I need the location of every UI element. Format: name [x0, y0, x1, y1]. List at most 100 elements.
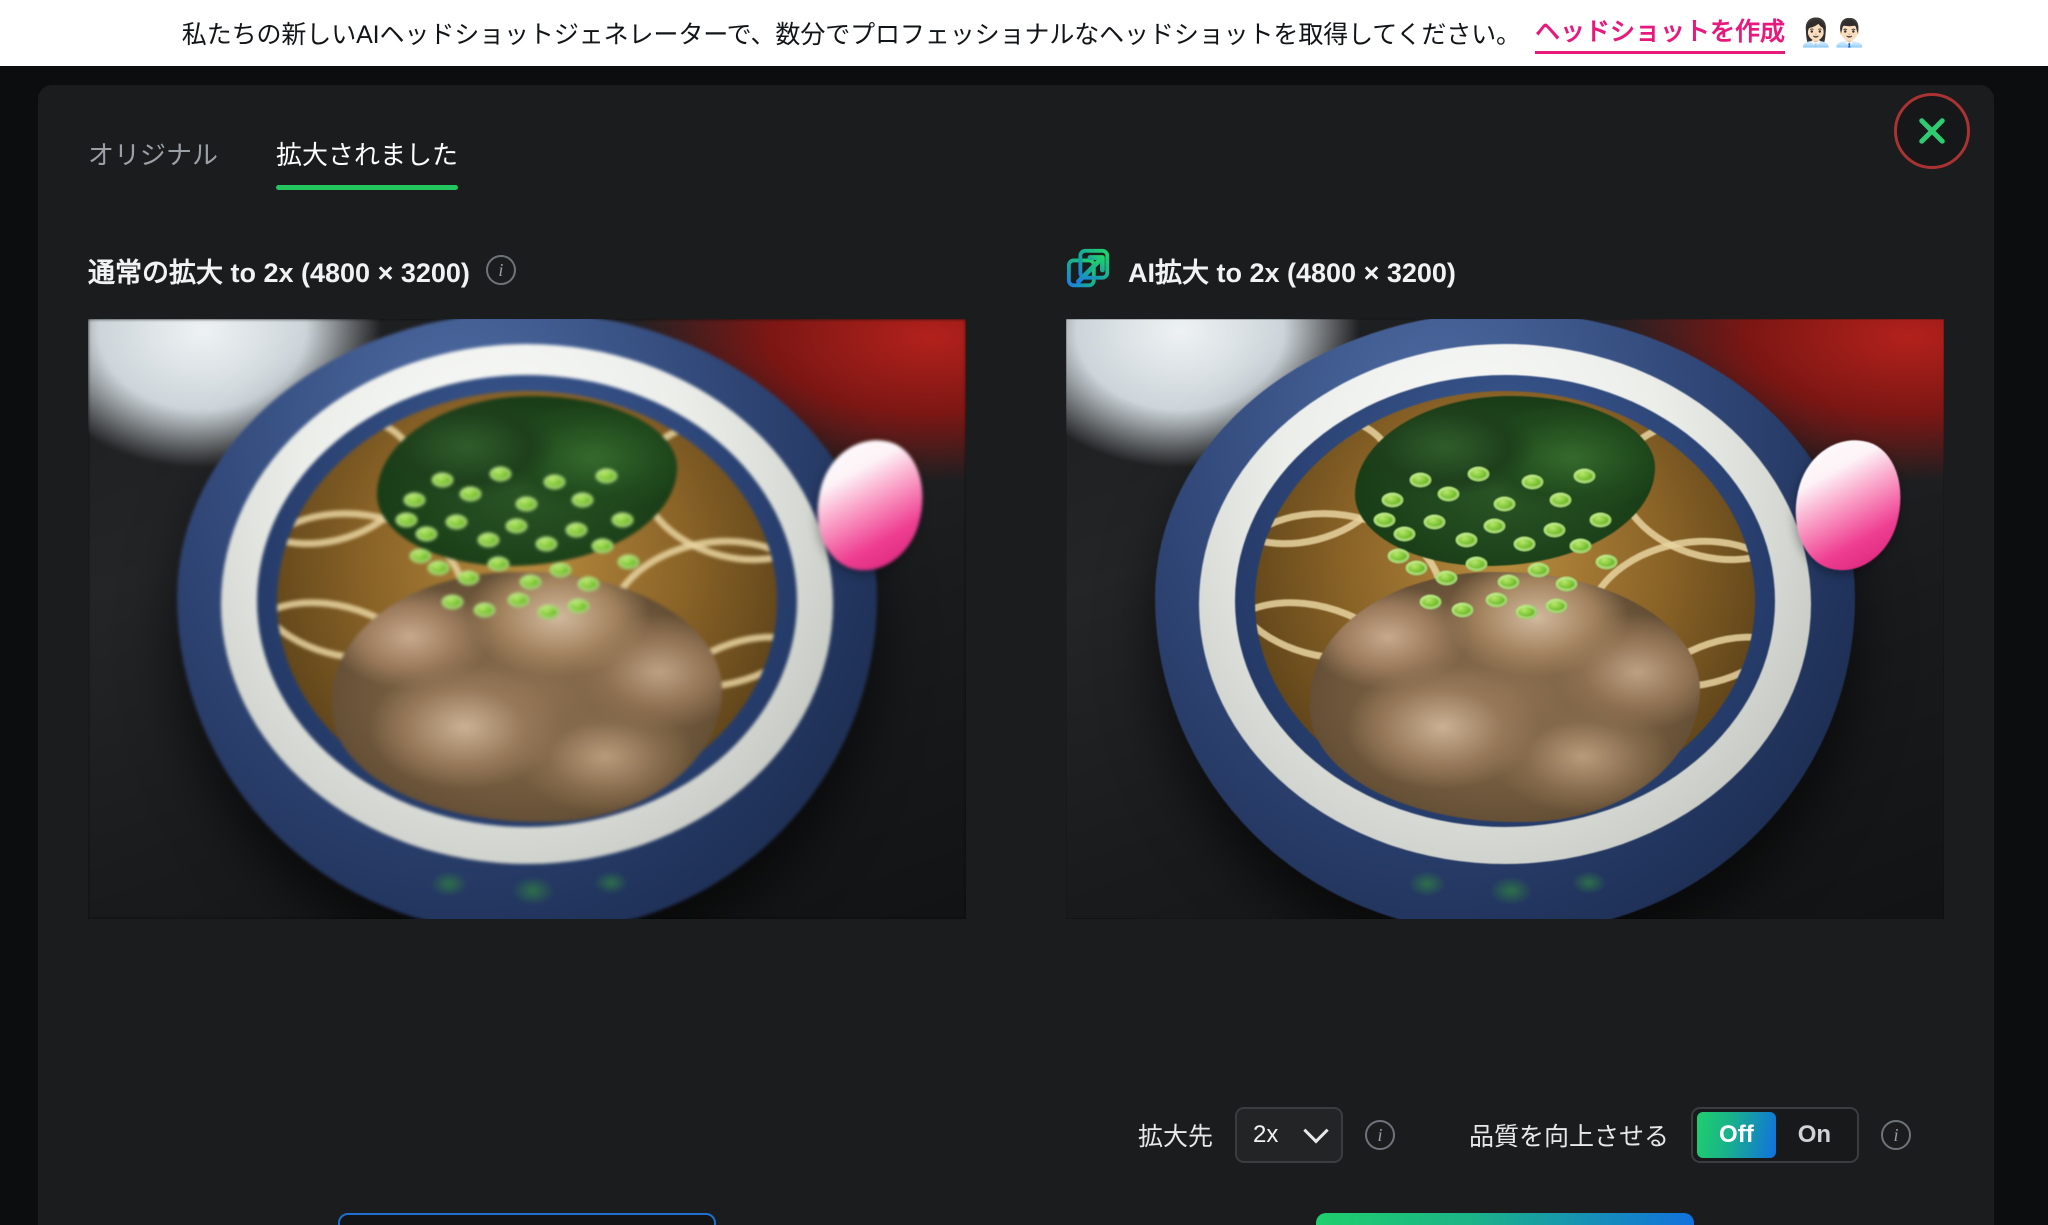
scallion-piece: [611, 512, 634, 528]
scallion-piece: [1521, 474, 1544, 490]
scallions-standard: [386, 453, 651, 620]
bowl-pattern: [1355, 849, 1655, 907]
upscale-factor-select[interactable]: 2x: [1235, 1107, 1344, 1163]
tab-upscaled-label: 拡大されました: [276, 140, 459, 170]
info-icon[interactable]: i: [1881, 1120, 1912, 1150]
scallion-piece: [1555, 576, 1578, 592]
info-icon[interactable]: i: [485, 255, 516, 285]
scallion-piece: [1381, 492, 1404, 508]
scallion-piece: [549, 562, 572, 578]
scallion-piece: [427, 560, 450, 576]
download-cell-standard: 画像をダウンロード: [38, 1213, 1016, 1225]
scallion-piece: [543, 474, 566, 490]
scallion-piece: [1483, 518, 1506, 534]
headshot-avatars-icon: 👩🏻‍💼👨🏻‍💼: [1798, 17, 1867, 48]
close-icon: [1915, 114, 1949, 148]
scallion-piece: [1387, 548, 1410, 564]
bowl-pattern: [377, 849, 677, 907]
scallion-piece: [1437, 486, 1460, 502]
standard-preview-image[interactable]: [88, 319, 966, 919]
scallion-piece: [431, 472, 454, 488]
column-standard-upscale: 通常の拡大 to 2x (4800 × 3200) i: [38, 245, 1016, 919]
scallion-piece: [1405, 560, 1428, 576]
scallion-piece: [1465, 556, 1488, 572]
scallion-piece: [535, 536, 558, 552]
scallion-piece: [1513, 536, 1536, 552]
create-headshot-link[interactable]: ヘッドショットを作成: [1534, 12, 1785, 54]
upscale-result-modal: オリジナル 拡大されました 通常の拡大 to 2x (4800 × 3200) …: [38, 85, 1994, 1225]
scallion-piece: [1497, 574, 1520, 590]
scallion-piece: [1373, 512, 1396, 528]
chevron-down-icon: [1303, 1118, 1329, 1144]
download-cell-ai: 画像をダウンロード: [1016, 1213, 1994, 1225]
scallion-piece: [1455, 532, 1478, 548]
promo-banner: 私たちの新しいAIヘッドショットジェネレーターで、数分でプロフェッショナルなヘッ…: [0, 0, 2048, 66]
scallion-piece: [577, 576, 600, 592]
scallion-piece: [1573, 468, 1596, 484]
toggle-option-off[interactable]: Off: [1697, 1112, 1776, 1158]
scallion-piece: [1549, 492, 1572, 508]
promo-text: 私たちの新しいAIヘッドショットジェネレーターで、数分でプロフェッショナルなヘッ…: [181, 21, 1521, 49]
scallion-piece: [1569, 538, 1592, 554]
scallion-piece: [519, 574, 542, 590]
scallion-piece: [571, 492, 594, 508]
toggle-option-on[interactable]: On: [1776, 1112, 1853, 1158]
scallion-piece: [445, 514, 468, 530]
scallion-piece: [487, 556, 510, 572]
close-button[interactable]: [1894, 93, 1970, 169]
scallion-piece: [1423, 514, 1446, 530]
scallion-piece: [1451, 602, 1474, 618]
enhance-quality-label: 品質を向上させる: [1469, 1123, 1670, 1151]
scallion-piece: [477, 532, 500, 548]
scallion-piece: [1419, 594, 1442, 610]
scallion-piece: [591, 538, 614, 554]
compare-grid: 通常の拡大 to 2x (4800 × 3200) i AI拡大 to 2x (…: [38, 245, 1994, 919]
ai-title: AI拡大 to 2x (4800 × 3200): [1128, 257, 1456, 288]
scallion-piece: [595, 468, 618, 484]
scallion-piece: [507, 592, 530, 608]
download-standard-button[interactable]: 画像をダウンロード: [338, 1213, 716, 1225]
scallion-piece: [473, 602, 496, 618]
scallion-piece: [415, 526, 438, 542]
ai-preview-image[interactable]: [1066, 319, 1944, 919]
scallions-ai: [1364, 453, 1629, 620]
result-tabs: オリジナル 拡大されました: [88, 135, 459, 190]
scallion-piece: [1393, 526, 1416, 542]
scallion-piece: [1527, 562, 1550, 578]
scallion-piece: [1543, 522, 1566, 538]
download-ai-button[interactable]: 画像をダウンロード: [1316, 1213, 1694, 1225]
scallion-piece: [505, 518, 528, 534]
standard-title: 通常の拡大 to 2x (4800 × 3200): [88, 257, 470, 288]
info-icon[interactable]: i: [1365, 1120, 1396, 1150]
scallion-piece: [537, 604, 560, 620]
scallion-piece: [1589, 512, 1612, 528]
scallion-piece: [1545, 598, 1568, 614]
ai-controls-row: 拡大先 2x i 品質を向上させる Off On i: [1138, 1107, 1912, 1163]
tab-original-label: オリジナル: [88, 140, 219, 170]
ai-upscale-icon: [1066, 248, 1110, 288]
scallion-piece: [1595, 554, 1618, 570]
upscale-factor-value: 2x: [1253, 1121, 1279, 1148]
upscale-to-label: 拡大先: [1138, 1123, 1214, 1151]
enhance-quality-toggle[interactable]: Off On: [1691, 1107, 1860, 1163]
scallion-piece: [1485, 592, 1508, 608]
scallion-piece: [617, 554, 640, 570]
scallion-piece: [1467, 466, 1490, 482]
scallion-piece: [409, 548, 432, 564]
photo-ai: [1066, 319, 1944, 919]
column-ai-upscale: AI拡大 to 2x (4800 × 3200): [1016, 245, 1994, 919]
scallion-piece: [395, 512, 418, 528]
scallion-piece: [441, 594, 464, 610]
scallion-piece: [1493, 496, 1516, 512]
scallion-piece: [1409, 472, 1432, 488]
tab-upscaled[interactable]: 拡大されました: [276, 135, 459, 190]
scallion-piece: [459, 486, 482, 502]
scallion-piece: [403, 492, 426, 508]
standard-header: 通常の拡大 to 2x (4800 × 3200) i: [88, 245, 966, 295]
scallion-piece: [515, 496, 538, 512]
scallion-piece: [1435, 570, 1458, 586]
tab-original[interactable]: オリジナル: [88, 135, 218, 190]
download-button-row: 画像をダウンロード 画像をダウンロード: [38, 1213, 1994, 1225]
ai-header: AI拡大 to 2x (4800 × 3200): [1066, 245, 1944, 295]
scallion-piece: [457, 570, 480, 586]
